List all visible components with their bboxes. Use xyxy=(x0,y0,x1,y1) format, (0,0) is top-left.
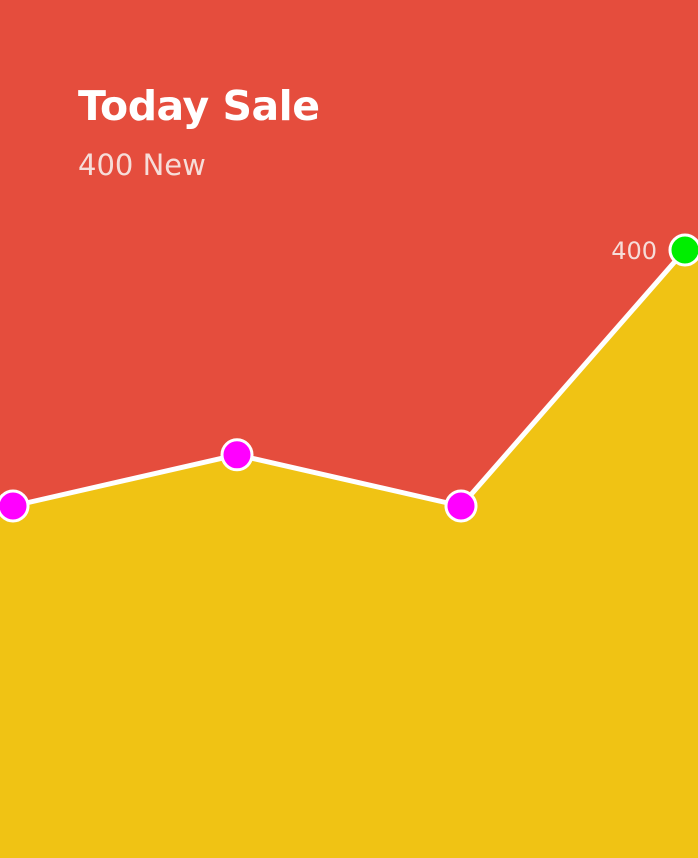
data-labels: 400 xyxy=(611,237,657,265)
card-title: Today Sale xyxy=(78,82,320,130)
data-point xyxy=(444,489,478,523)
today-sale-card: 400 Today Sale 400 New xyxy=(0,0,698,858)
data-label: 400 xyxy=(611,237,657,265)
card-subtitle: 400 New xyxy=(78,148,206,182)
data-point xyxy=(668,233,698,267)
data-point xyxy=(220,438,254,472)
data-point xyxy=(0,489,30,523)
